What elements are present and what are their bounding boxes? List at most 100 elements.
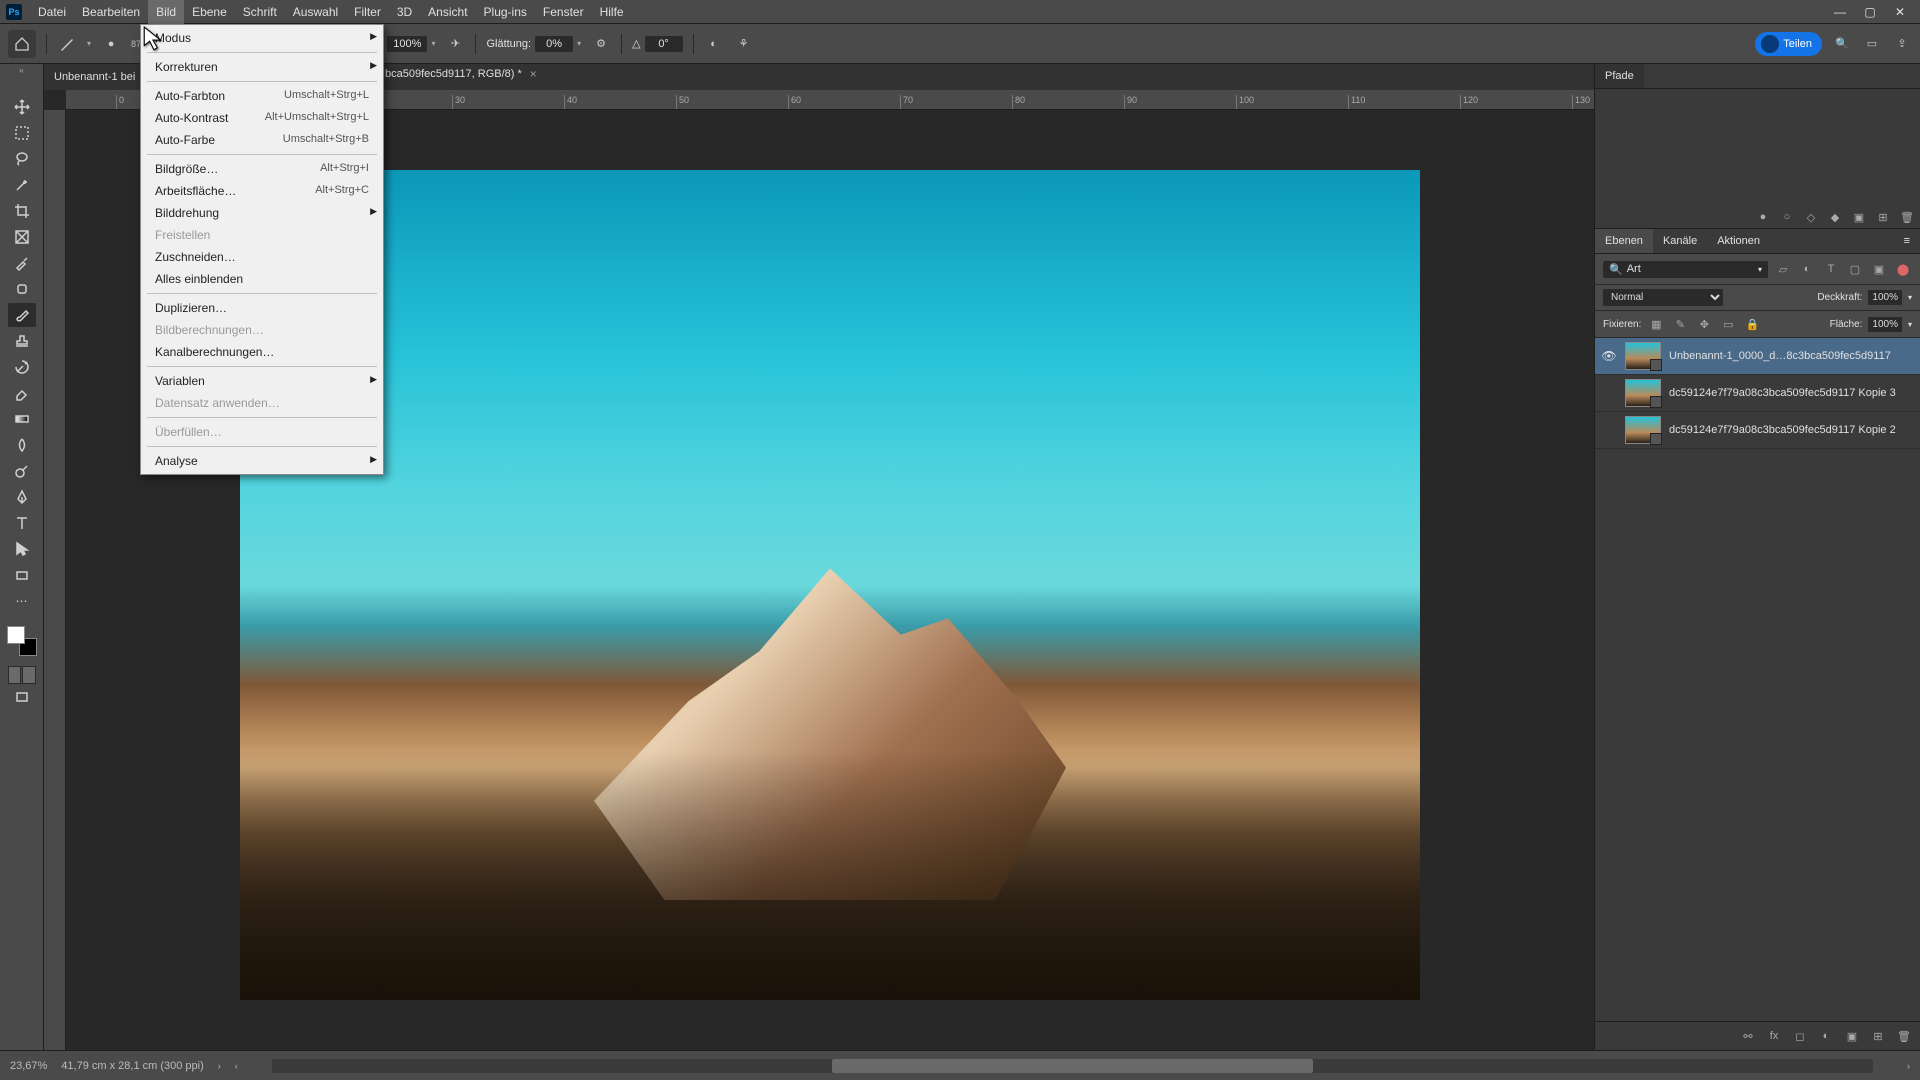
layer-thumbnail[interactable] xyxy=(1625,416,1661,444)
history-brush-tool[interactable] xyxy=(8,355,36,379)
path-selection-icon[interactable]: ◇ xyxy=(1804,210,1818,224)
zoom-level[interactable]: 23,67% xyxy=(10,1060,47,1072)
menu-hilfe[interactable]: Hilfe xyxy=(592,0,632,24)
menu-item-zuschneiden[interactable]: Zuschneiden… xyxy=(141,246,383,268)
path-stroke-icon[interactable]: ○ xyxy=(1780,210,1794,224)
layer-name[interactable]: dc59124e7f79a08c3bca509fec5d9117 Kopie 2 xyxy=(1669,424,1914,436)
blur-tool[interactable] xyxy=(8,433,36,457)
angle-value[interactable]: 0° xyxy=(645,36,683,52)
layer-name[interactable]: Unbenannt-1_0000_d…8c3bca509fec5d9117 xyxy=(1669,350,1914,362)
lasso-tool[interactable] xyxy=(8,147,36,171)
brush-preview[interactable]: ● xyxy=(101,34,121,54)
ruler-vertical[interactable] xyxy=(44,110,66,1050)
color-swatches[interactable] xyxy=(7,626,37,656)
menu-item-variablen[interactable]: Variablen▶ xyxy=(141,370,383,392)
menu-item-auto-farbe[interactable]: Auto-FarbeUmschalt+Strg+B xyxy=(141,129,383,151)
layer-thumbnail[interactable] xyxy=(1625,379,1661,407)
menu-item-auto-farbton[interactable]: Auto-FarbtonUmschalt+Strg+L xyxy=(141,85,383,107)
healing-tool[interactable] xyxy=(8,277,36,301)
filter-smart-icon[interactable]: ▣ xyxy=(1870,260,1888,278)
menu-item-kanalberechnungen[interactable]: Kanalberechnungen… xyxy=(141,341,383,363)
wand-tool[interactable] xyxy=(8,173,36,197)
menu-ebene[interactable]: Ebene xyxy=(184,0,235,24)
smoothing-gear-icon[interactable]: ⚙ xyxy=(591,34,611,54)
stamp-tool[interactable] xyxy=(8,329,36,353)
menu-item-modus[interactable]: Modus▶ xyxy=(141,27,383,49)
visibility-toggle[interactable]: 👁 xyxy=(1601,349,1617,363)
tab-aktionen[interactable]: Aktionen xyxy=(1707,229,1770,253)
close-button[interactable]: ✕ xyxy=(1894,6,1906,18)
screen-mode[interactable] xyxy=(8,685,36,709)
shape-tool[interactable] xyxy=(8,563,36,587)
menu-plug-ins[interactable]: Plug-ins xyxy=(476,0,535,24)
opacity-value[interactable]: 100% xyxy=(1868,290,1902,305)
menu-schrift[interactable]: Schrift xyxy=(235,0,285,24)
menu-bild[interactable]: Bild xyxy=(148,0,184,24)
eraser-tool[interactable] xyxy=(8,381,36,405)
blend-mode-select[interactable]: Normal xyxy=(1603,289,1723,306)
layer-fx-icon[interactable]: fx xyxy=(1766,1028,1782,1044)
layer-row[interactable]: 👁 Unbenannt-1_0000_d…8c3bca509fec5d9117 xyxy=(1595,338,1920,375)
menu-fenster[interactable]: Fenster xyxy=(535,0,592,24)
artboard[interactable] xyxy=(240,170,1420,1000)
filter-image-icon[interactable]: ▱ xyxy=(1774,260,1792,278)
h-scrollbar[interactable] xyxy=(272,1059,1873,1073)
move-tool[interactable] xyxy=(8,95,36,119)
menu-item-bildgröße[interactable]: Bildgröße…Alt+Strg+I xyxy=(141,158,383,180)
brush-tool-icon[interactable] xyxy=(57,34,77,54)
menu-item-duplizieren[interactable]: Duplizieren… xyxy=(141,297,383,319)
share-button[interactable]: Teilen xyxy=(1755,32,1822,56)
panel-menu-icon[interactable]: ≡ xyxy=(1894,229,1920,253)
delete-path-icon[interactable]: 🗑 xyxy=(1900,210,1914,224)
tab-close-button[interactable]: × xyxy=(530,67,537,81)
dots-tool[interactable]: ⋯ xyxy=(8,589,36,613)
layer-filter-dropdown[interactable]: 🔍 Art ▾ xyxy=(1603,261,1768,278)
symmetry-icon[interactable]: ⚘ xyxy=(734,34,754,54)
airbrush-icon[interactable]: ✈ xyxy=(445,34,465,54)
gradient-tool[interactable] xyxy=(8,407,36,431)
filter-type-icon[interactable]: T xyxy=(1822,260,1840,278)
new-layer-icon[interactable]: ⊞ xyxy=(1870,1028,1886,1044)
tab-ebenen[interactable]: Ebenen xyxy=(1595,229,1653,253)
menu-ansicht[interactable]: Ansicht xyxy=(420,0,475,24)
menu-item-bilddrehung[interactable]: Bilddrehung▶ xyxy=(141,202,383,224)
home-button[interactable] xyxy=(8,30,36,58)
document-tab[interactable]: Unbenannt-1 bei xyxy=(44,66,145,88)
bild-menu-dropdown[interactable]: Modus▶ Korrekturen▶ Auto-FarbtonUmschalt+S… xyxy=(140,24,384,475)
flow-value[interactable]: 100% xyxy=(387,36,427,52)
maximize-button[interactable]: ▢ xyxy=(1864,6,1876,18)
layer-row[interactable]: dc59124e7f79a08c3bca509fec5d9117 Kopie 2 xyxy=(1595,412,1920,449)
crop-tool[interactable] xyxy=(8,199,36,223)
layer-row[interactable]: dc59124e7f79a08c3bca509fec5d9117 Kopie 3 xyxy=(1595,375,1920,412)
workspace-icon[interactable]: ▭ xyxy=(1862,34,1882,54)
layer-name[interactable]: dc59124e7f79a08c3bca509fec5d9117 Kopie 3 xyxy=(1669,387,1914,399)
filter-shape-icon[interactable]: ▢ xyxy=(1846,260,1864,278)
menu-item-auto-kontrast[interactable]: Auto-KontrastAlt+Umschalt+Strg+L xyxy=(141,107,383,129)
search-icon[interactable]: 🔍 xyxy=(1832,34,1852,54)
menu-3d[interactable]: 3D xyxy=(389,0,420,24)
paths-tab[interactable]: Pfade xyxy=(1595,64,1644,88)
smoothing-value[interactable]: 0% xyxy=(535,36,573,52)
menu-bearbeiten[interactable]: Bearbeiten xyxy=(74,0,148,24)
path-select-tool[interactable] xyxy=(8,537,36,561)
pen-tool[interactable] xyxy=(8,485,36,509)
path-workpath-icon[interactable]: ◆ xyxy=(1828,210,1842,224)
menu-item-analyse[interactable]: Analyse▶ xyxy=(141,450,383,472)
new-path-icon[interactable]: ⊞ xyxy=(1876,210,1890,224)
share-export-icon[interactable]: ⇪ xyxy=(1892,34,1912,54)
brush-tool[interactable] xyxy=(8,303,36,327)
lock-artboard-icon[interactable]: ▭ xyxy=(1719,315,1737,333)
menu-item-alleseinblenden[interactable]: Alles einblenden xyxy=(141,268,383,290)
menu-item-korrekturen[interactable]: Korrekturen▶ xyxy=(141,56,383,78)
lock-move-icon[interactable]: ✥ xyxy=(1695,315,1713,333)
path-fill-icon[interactable]: ● xyxy=(1756,210,1770,224)
type-tool[interactable] xyxy=(8,511,36,535)
pressure-size-icon[interactable]: ◐ xyxy=(704,34,724,54)
dodge-tool[interactable] xyxy=(8,459,36,483)
frame-tool[interactable] xyxy=(8,225,36,249)
tab-kanäle[interactable]: Kanäle xyxy=(1653,229,1707,253)
status-chevron[interactable]: › xyxy=(218,1061,221,1071)
minimize-button[interactable]: — xyxy=(1834,6,1846,18)
toolbox-collapse[interactable]: « xyxy=(12,66,32,75)
menu-item-arbeitsfläche[interactable]: Arbeitsfläche…Alt+Strg+C xyxy=(141,180,383,202)
